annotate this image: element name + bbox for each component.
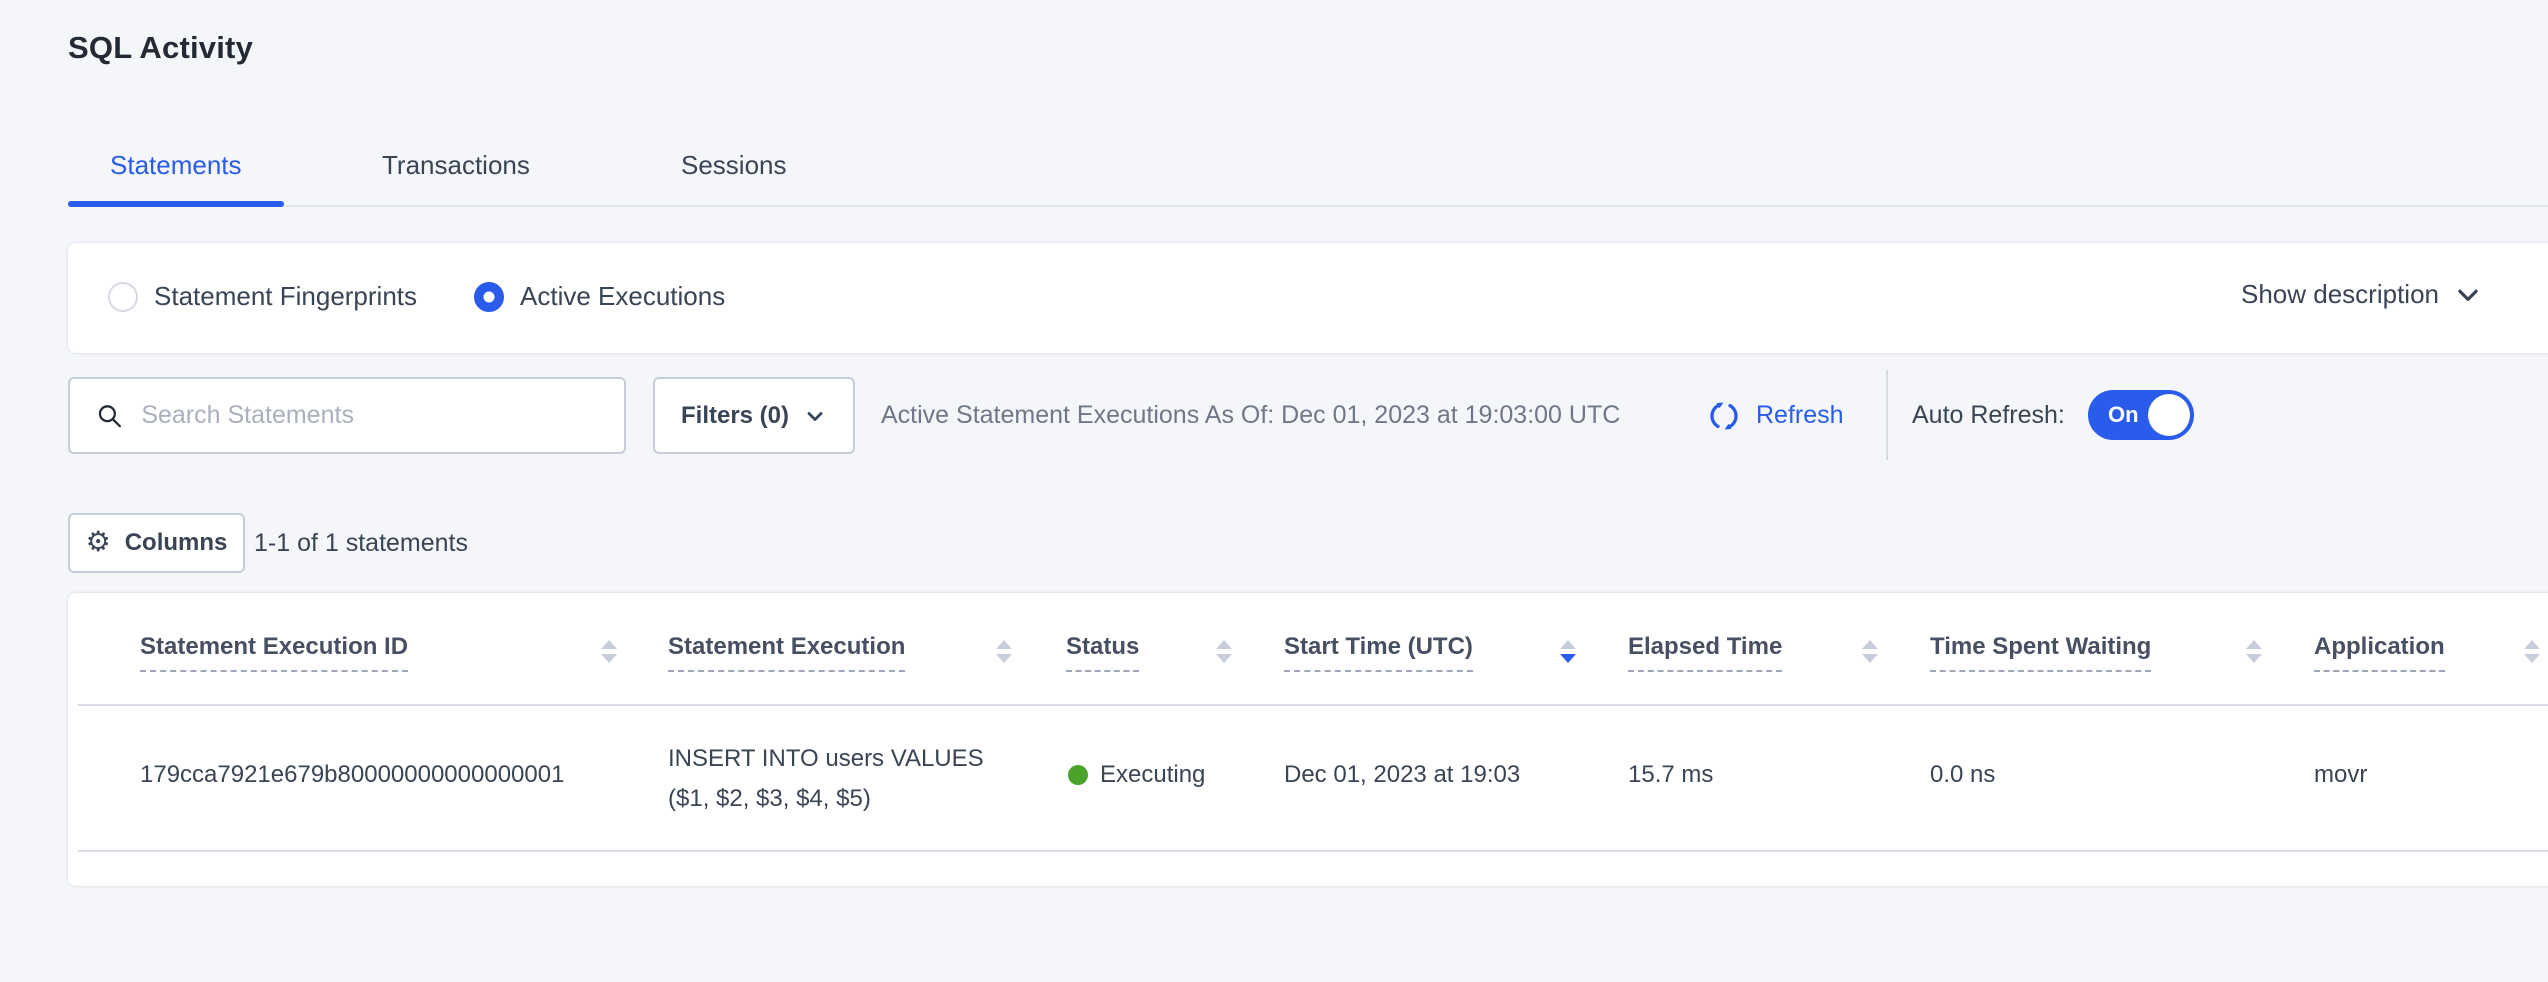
sort-icon[interactable]	[996, 640, 1012, 663]
tab-statements[interactable]: Statements	[110, 150, 242, 181]
columns-button-label: Columns	[125, 529, 228, 557]
refresh-label[interactable]: Refresh	[1756, 401, 1844, 430]
radio-label[interactable]: Statement Fingerprints	[154, 281, 417, 312]
column-header-application[interactable]: Application	[2314, 633, 2445, 672]
row-divider	[78, 850, 2548, 852]
auto-refresh-toggle[interactable]: On	[2088, 390, 2194, 440]
radio-label[interactable]: Active Executions	[520, 281, 725, 312]
sort-icon[interactable]	[2246, 640, 2262, 663]
cell-time-spent-waiting: 0.0 ns	[1930, 761, 1995, 789]
toggle-knob[interactable]	[2148, 394, 2190, 436]
filters-button-label: Filters (0)	[681, 402, 789, 430]
cell-status: Executing	[1100, 761, 1205, 789]
filters-button[interactable]: Filters (0)	[653, 377, 855, 454]
view-mode-card: Statement Fingerprints Active Executions…	[68, 243, 2548, 353]
sql-activity-page: SQL Activity Statements Transactions Ses…	[0, 0, 2548, 982]
sort-icon[interactable]	[1216, 640, 1232, 663]
cell-application: movr	[2314, 761, 2367, 789]
chevron-down-icon	[803, 404, 827, 428]
chevron-down-icon	[2453, 280, 2483, 310]
radio-unselected-icon[interactable]	[108, 282, 138, 312]
sort-icon[interactable]	[601, 640, 617, 663]
column-header-statement-execution-id[interactable]: Statement Execution ID	[140, 633, 408, 672]
status-executing-dot-icon	[1068, 765, 1088, 785]
toggle-state-label: On	[2108, 402, 2139, 428]
column-header-status[interactable]: Status	[1066, 633, 1139, 672]
tab-sessions[interactable]: Sessions	[681, 150, 787, 181]
page-title: SQL Activity	[68, 30, 253, 66]
search-statements-box[interactable]	[68, 377, 626, 454]
refresh-icon[interactable]	[1706, 398, 1742, 434]
active-tab-indicator	[68, 201, 284, 207]
gear-icon: ⚙	[86, 528, 111, 556]
header-divider	[78, 704, 2548, 706]
auto-refresh-label: Auto Refresh:	[1912, 377, 2065, 454]
show-description-toggle[interactable]: Show description	[2241, 279, 2483, 310]
as-of-timestamp: Active Statement Executions As Of: Dec 0…	[881, 377, 1620, 454]
search-icon	[96, 401, 123, 431]
cell-start-time: Dec 01, 2023 at 19:03	[1284, 761, 1520, 789]
column-header-statement-execution[interactable]: Statement Execution	[668, 633, 905, 672]
result-count: 1-1 of 1 statements	[254, 513, 468, 573]
radio-selected-icon[interactable]	[474, 282, 504, 312]
sort-icon[interactable]	[2524, 640, 2540, 663]
refresh-button[interactable]: Refresh	[1706, 377, 1844, 454]
statements-table: Statement Execution ID Statement Executi…	[68, 593, 2548, 886]
radio-active-executions[interactable]: Active Executions	[474, 281, 725, 312]
vertical-divider	[1886, 370, 1888, 460]
tab-transactions[interactable]: Transactions	[382, 150, 530, 181]
show-description-label[interactable]: Show description	[2241, 279, 2439, 310]
cell-statement-execution: INSERT INTO users VALUES ($1, $2, $3, $4…	[668, 739, 984, 819]
columns-button[interactable]: ⚙ Columns	[68, 513, 245, 573]
cell-statement-execution-id: 179cca7921e679b80000000000000001	[140, 761, 564, 789]
column-header-time-spent-waiting[interactable]: Time Spent Waiting	[1930, 633, 2151, 672]
sort-icon-active-desc[interactable]	[1560, 640, 1576, 663]
sort-icon[interactable]	[1862, 640, 1878, 663]
tab-bar-divider	[68, 205, 2548, 207]
column-header-elapsed-time[interactable]: Elapsed Time	[1628, 633, 1782, 672]
cell-elapsed-time: 15.7 ms	[1628, 761, 1713, 789]
radio-statement-fingerprints[interactable]: Statement Fingerprints	[108, 281, 417, 312]
search-input[interactable]	[141, 401, 606, 430]
column-header-start-time[interactable]: Start Time (UTC)	[1284, 633, 1473, 672]
